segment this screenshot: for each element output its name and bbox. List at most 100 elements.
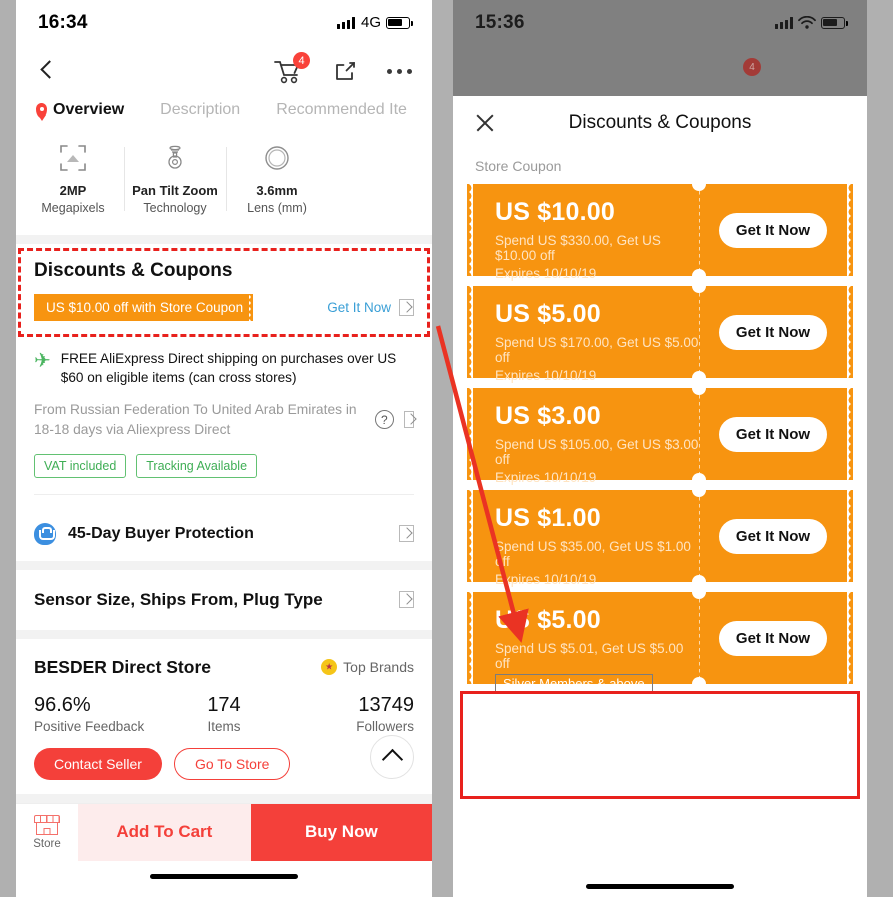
coupon-expiry: Expires 10/10/19 bbox=[495, 572, 597, 587]
buyer-protection-left: 45-Day Buyer Protection bbox=[34, 522, 254, 545]
divider-line bbox=[34, 493, 414, 495]
home-indicator bbox=[453, 884, 867, 889]
store-name[interactable]: BESDER Direct Store bbox=[34, 657, 211, 678]
stat-value: 13749 bbox=[358, 693, 415, 716]
coupon-amount: US $1.00 bbox=[495, 504, 601, 532]
coupon-right-edge bbox=[847, 388, 853, 480]
coupon-card-highlighted[interactable]: US $5.00 Spend US $5.01, Get US $5.00 of… bbox=[467, 585, 853, 694]
get-it-now-button[interactable]: Get It Now bbox=[718, 212, 828, 248]
store-header: BESDER Direct Store Top Brands bbox=[34, 657, 414, 678]
coupon-action: Get It Now bbox=[692, 483, 847, 589]
spec-highlights: 2MP Megapixels Pan Tilt Zoom Technology bbox=[16, 131, 432, 235]
bottom-action-bar: Store Add To Cart Buy Now bbox=[16, 802, 432, 861]
coupon-notch-top bbox=[692, 279, 706, 293]
section-divider bbox=[16, 793, 432, 803]
coupon-info: US $1.00 Spend US $35.00, Get US $1.00 o… bbox=[473, 490, 699, 587]
coupon-right-edge bbox=[847, 286, 853, 378]
chevron-right-icon bbox=[399, 591, 414, 609]
left-nav-bar: 4 bbox=[16, 45, 432, 97]
coupon-notch-top bbox=[692, 585, 706, 599]
chevron-left-icon[interactable] bbox=[36, 60, 58, 82]
get-it-now-link[interactable]: Get It Now bbox=[327, 299, 414, 316]
chevron-right-icon bbox=[399, 525, 414, 543]
coupon-notch-top bbox=[692, 483, 706, 497]
battery-icon bbox=[386, 16, 413, 29]
close-icon[interactable] bbox=[475, 113, 495, 133]
coupon-notch-top bbox=[692, 381, 706, 395]
dimmed-backdrop[interactable]: 15:36 4 bbox=[453, 0, 867, 96]
coupon-info: US $5.00 Spend US $170.00, Get US $5.00 … bbox=[473, 286, 699, 383]
section-divider bbox=[16, 560, 432, 570]
get-it-now-button[interactable]: Get It Now bbox=[718, 314, 828, 350]
coupon-condition: Spend US $105.00, Get US $3.00 off bbox=[495, 437, 699, 467]
status-time: 15:36 bbox=[475, 11, 525, 33]
add-to-cart-button[interactable]: Add To Cart bbox=[78, 803, 251, 861]
coupon-right-edge bbox=[847, 184, 853, 276]
signal-icon bbox=[336, 16, 355, 29]
tab-overview[interactable]: Overview bbox=[36, 101, 124, 119]
store-tab-button[interactable]: Store bbox=[16, 803, 78, 861]
store-stats: 96.6% Positive Feedback 174 Items 13749 … bbox=[34, 694, 414, 734]
spec-technology: Pan Tilt Zoom Technology bbox=[124, 137, 226, 219]
sensor-row[interactable]: Sensor Size, Ships From, Plug Type bbox=[16, 570, 432, 630]
coupon-amount: US $10.00 bbox=[495, 198, 615, 226]
store-coupon-section-label: Store Coupon bbox=[475, 158, 562, 174]
coupon-right-edge bbox=[847, 592, 853, 684]
signal-icon bbox=[775, 16, 793, 29]
status-indicators bbox=[775, 16, 848, 29]
tab-recommended-items[interactable]: Recommended Ite bbox=[276, 101, 407, 119]
coupon-condition: Spend US $330.00, Get US $10.00 off bbox=[495, 233, 661, 263]
spec-lens-label: Lens (mm) bbox=[247, 201, 307, 215]
tab-description[interactable]: Description bbox=[160, 101, 240, 119]
spec-lens: 3.6mm Lens (mm) bbox=[226, 137, 328, 219]
stat-followers: 13749 Followers bbox=[287, 694, 414, 734]
stat-value: 174 bbox=[207, 693, 241, 716]
coupon-info: US $10.00 Spend US $330.00, Get US $10.0… bbox=[473, 184, 699, 281]
coupon-condition: Spend US $170.00, Get US $5.00 off bbox=[495, 335, 699, 365]
coupon-expiry: Expires 10/10/19 bbox=[495, 368, 597, 383]
go-to-store-button[interactable]: Go To Store bbox=[173, 747, 291, 780]
cart-badge: 4 bbox=[293, 52, 310, 69]
coupon-info: US $3.00 Spend US $105.00, Get US $3.00 … bbox=[473, 388, 699, 485]
contact-seller-button[interactable]: Contact Seller bbox=[34, 747, 162, 780]
coupon-card[interactable]: US $5.00 Spend US $170.00, Get US $5.00 … bbox=[467, 279, 853, 385]
buyer-protection-row[interactable]: 45-Day Buyer Protection bbox=[16, 507, 432, 561]
ptz-camera-icon bbox=[126, 141, 224, 175]
sheet-title: Discounts & Coupons bbox=[568, 112, 752, 133]
coupon-card[interactable]: US $1.00 Spend US $35.00, Get US $1.00 o… bbox=[467, 483, 853, 589]
coupon-expiry: Expires 10/10/19 bbox=[495, 266, 597, 281]
share-icon[interactable] bbox=[333, 59, 357, 83]
sensor-row-label: Sensor Size, Ships From, Plug Type bbox=[34, 589, 323, 609]
buyer-protection-label: 45-Day Buyer Protection bbox=[68, 524, 254, 542]
chevron-right-icon bbox=[399, 299, 414, 316]
right-phone-screen: 15:36 4 Discounts & Coupons Store Coupon… bbox=[453, 0, 867, 897]
more-options-icon[interactable] bbox=[387, 68, 412, 74]
screenshot-stage: 16:34 4G 4 Overview Description Recommen… bbox=[0, 0, 893, 897]
store-coupon-chip[interactable]: US $10.00 off with Store Coupon bbox=[34, 294, 254, 321]
coupon-member-tag: Silver Members & above bbox=[495, 674, 653, 694]
store-buttons: Contact Seller Go To Store bbox=[34, 734, 414, 780]
scroll-to-top-button[interactable] bbox=[370, 734, 414, 779]
stat-label: Followers bbox=[356, 718, 415, 734]
home-indicator bbox=[16, 860, 432, 893]
buy-now-button[interactable]: Buy Now bbox=[250, 803, 432, 861]
get-it-now-button[interactable]: Get It Now bbox=[718, 416, 828, 452]
coupon-action: Get It Now bbox=[692, 585, 847, 691]
status-time: 16:34 bbox=[38, 11, 88, 33]
chevron-right-icon bbox=[403, 411, 414, 429]
coupon-notch-bottom bbox=[692, 677, 706, 691]
shipping-route-row[interactable]: From Russian Federation To United Arab E… bbox=[34, 400, 414, 440]
discounts-section[interactable]: Discounts & Coupons US $10.00 off with S… bbox=[16, 244, 432, 339]
chip-tracking-available: Tracking Available bbox=[136, 453, 258, 478]
cart-button[interactable]: 4 bbox=[273, 52, 310, 84]
discounts-bottom-sheet: Discounts & Coupons Store Coupon US $10.… bbox=[453, 96, 867, 897]
coupon-card[interactable]: US $3.00 Spend US $105.00, Get US $3.00 … bbox=[467, 381, 853, 487]
get-it-now-button[interactable]: Get It Now bbox=[718, 518, 828, 554]
discounts-title: Discounts & Coupons bbox=[34, 260, 233, 281]
get-it-now-button[interactable]: Get It Now bbox=[718, 620, 828, 656]
help-icon[interactable]: ? bbox=[374, 410, 394, 430]
stat-value: 96.6% bbox=[34, 693, 91, 716]
coupon-card[interactable]: US $10.00 Spend US $330.00, Get US $10.0… bbox=[467, 177, 853, 283]
location-pin-icon bbox=[36, 102, 47, 118]
resolution-icon bbox=[24, 141, 122, 175]
